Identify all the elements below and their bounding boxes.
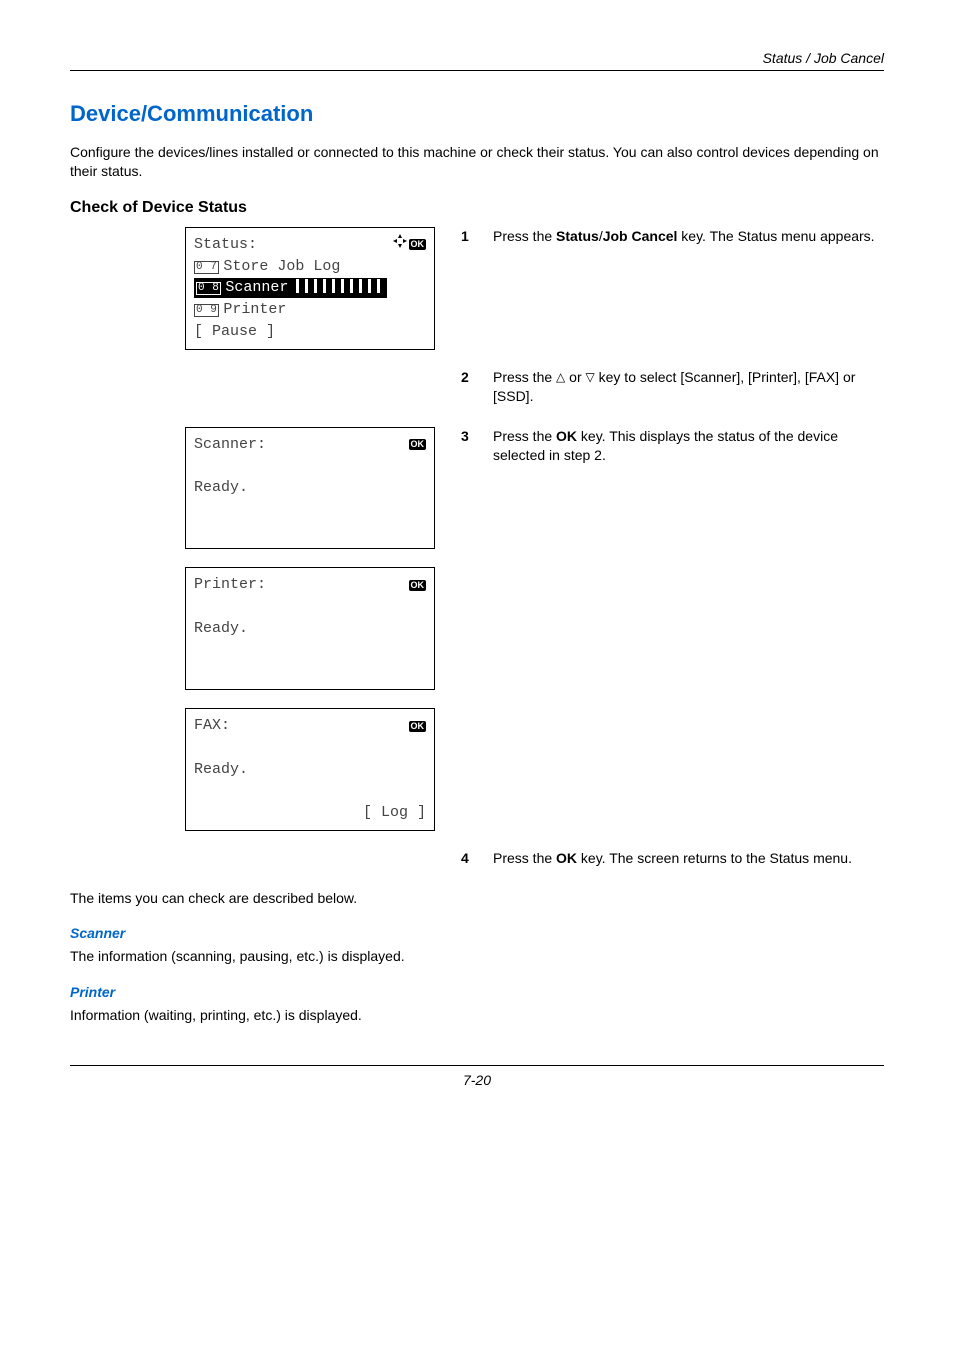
- step-4-pre: Press the: [493, 850, 556, 866]
- lcd-scanner-header: Scanner: OK: [194, 434, 426, 456]
- lcd-softkey-pause: [ Pause ]: [194, 321, 426, 343]
- lcd-printer-blank2: [194, 640, 426, 662]
- line-09-text: Printer: [223, 301, 286, 318]
- lcd-status: Status: OK 0 7: [185, 227, 435, 350]
- page-number: 7-20: [463, 1072, 491, 1088]
- lcd-printer: Printer: OK Ready.: [185, 567, 435, 690]
- line-num-07: 0 7: [194, 261, 219, 274]
- up-triangle-icon: △: [556, 369, 565, 386]
- lcd-line-08: 0 8 Scanner: [194, 277, 426, 299]
- ok-badge-icon: OK: [409, 580, 427, 591]
- lcd-line-07: 0 7 Store Job Log: [194, 256, 426, 278]
- line-num-09: 0 9: [194, 304, 219, 317]
- lcd-scanner-blank3: [194, 521, 426, 543]
- scanner-paragraph: The information (scanning, pausing, etc.…: [70, 947, 884, 966]
- scanner-heading: Scanner: [70, 925, 884, 941]
- lcd-scanner-title: Scanner:: [194, 434, 266, 456]
- step-4-bold: OK: [556, 850, 577, 866]
- step-4: 4 Press the OK key. The screen returns t…: [461, 849, 884, 869]
- step-2-body: Press the △ or ▽ key to select [Scanner]…: [493, 368, 884, 407]
- ok-badge-icon: OK: [409, 439, 427, 450]
- page: Status / Job Cancel Device/Communication…: [0, 0, 954, 1118]
- step-2-num: 2: [461, 368, 475, 407]
- step-3-pre: Press the: [493, 428, 556, 444]
- lcd-fax-blank2: [194, 780, 426, 802]
- step-1-post: key. The Status menu appears.: [677, 228, 874, 244]
- down-triangle-icon: ▽: [586, 369, 595, 386]
- step-4-post: key. The screen returns to the Status me…: [577, 850, 852, 866]
- selection-stripes: [290, 279, 385, 293]
- lower-lead: The items you can check are described be…: [70, 889, 884, 908]
- lcd-scanner-blank2: [194, 499, 426, 521]
- step-2: 2 Press the △ or ▽ key to select [Scanne…: [461, 368, 884, 407]
- lcd-fax: FAX: OK Ready. [ Log ]: [185, 708, 435, 831]
- lcd-scanner: Scanner: OK Ready.: [185, 427, 435, 550]
- col-left-1: Status: OK 0 7: [70, 227, 435, 368]
- ok-badge-icon: OK: [409, 721, 427, 732]
- lcd-printer-blank1: [194, 596, 426, 618]
- step-1-b1: Status: [556, 228, 599, 244]
- section-heading: Device/Communication: [70, 101, 884, 127]
- printer-paragraph: Information (waiting, printing, etc.) is…: [70, 1006, 884, 1025]
- nav-arrows-icon: [393, 234, 407, 255]
- step-3-body: Press the OK key. This displays the stat…: [493, 427, 884, 466]
- lcd-printer-title: Printer:: [194, 574, 266, 596]
- line-num-08: 0 8: [196, 282, 221, 295]
- step-1-body: Press the Status/Job Cancel key. The Sta…: [493, 227, 884, 247]
- lcd-line-09: 0 9 Printer: [194, 299, 426, 321]
- lcd-status-header: Status: OK: [194, 234, 426, 256]
- line-07-text: Store Job Log: [223, 258, 340, 275]
- step-1-num: 1: [461, 227, 475, 247]
- row-1: Status: OK 0 7: [70, 227, 884, 368]
- lcd-fax-title: FAX:: [194, 715, 230, 737]
- lcd-softkey-log: [ Log ]: [363, 802, 426, 824]
- header-title: Status / Job Cancel: [763, 50, 884, 66]
- lcd-scanner-body: Ready.: [194, 477, 426, 499]
- nav-ok-indicator: OK: [393, 234, 427, 255]
- row-2: 2 Press the △ or ▽ key to select [Scanne…: [70, 368, 884, 427]
- step-1-b2: Job Cancel: [603, 228, 678, 244]
- step-4-num: 4: [461, 849, 475, 869]
- lcd-printer-body: Ready.: [194, 618, 426, 640]
- lcd-fax-softkey-row: [ Log ]: [194, 802, 426, 824]
- step-3-bold: OK: [556, 428, 577, 444]
- col-left-3: Scanner: OK Ready. Printer: OK Ready.: [70, 427, 435, 849]
- page-footer: 7-20: [70, 1065, 884, 1088]
- step-1-pre: Press the: [493, 228, 556, 244]
- step-2-pre: Press the: [493, 369, 556, 385]
- page-header: Status / Job Cancel: [70, 50, 884, 71]
- col-right-4: 4 Press the OK key. The screen returns t…: [461, 849, 884, 889]
- lcd-fax-header: FAX: OK: [194, 715, 426, 737]
- step-1: 1 Press the Status/Job Cancel key. The S…: [461, 227, 884, 247]
- printer-heading: Printer: [70, 984, 884, 1000]
- step-2-mid: or: [565, 369, 585, 385]
- step-4-body: Press the OK key. The screen returns to …: [493, 849, 884, 869]
- lcd-status-title: Status:: [194, 234, 257, 256]
- subsection-heading: Check of Device Status: [70, 199, 884, 217]
- intro-paragraph: Configure the devices/lines installed or…: [70, 143, 884, 181]
- row-3: Scanner: OK Ready. Printer: OK Ready.: [70, 427, 884, 849]
- lcd-printer-blank3: [194, 661, 426, 683]
- step-3: 3 Press the OK key. This displays the st…: [461, 427, 884, 466]
- ok-badge-icon: OK: [409, 239, 427, 250]
- lcd-fax-body: Ready.: [194, 759, 426, 781]
- lcd-printer-header: Printer: OK: [194, 574, 426, 596]
- line-08-text: Scanner: [225, 279, 288, 296]
- step-3-num: 3: [461, 427, 475, 466]
- row-4: 4 Press the OK key. The screen returns t…: [70, 849, 884, 889]
- lcd-fax-blank1: [194, 737, 426, 759]
- col-right-3: 3 Press the OK key. This displays the st…: [461, 427, 884, 486]
- lcd-scanner-blank1: [194, 455, 426, 477]
- col-right-1: 1 Press the Status/Job Cancel key. The S…: [461, 227, 884, 267]
- col-right-2: 2 Press the △ or ▽ key to select [Scanne…: [461, 368, 884, 427]
